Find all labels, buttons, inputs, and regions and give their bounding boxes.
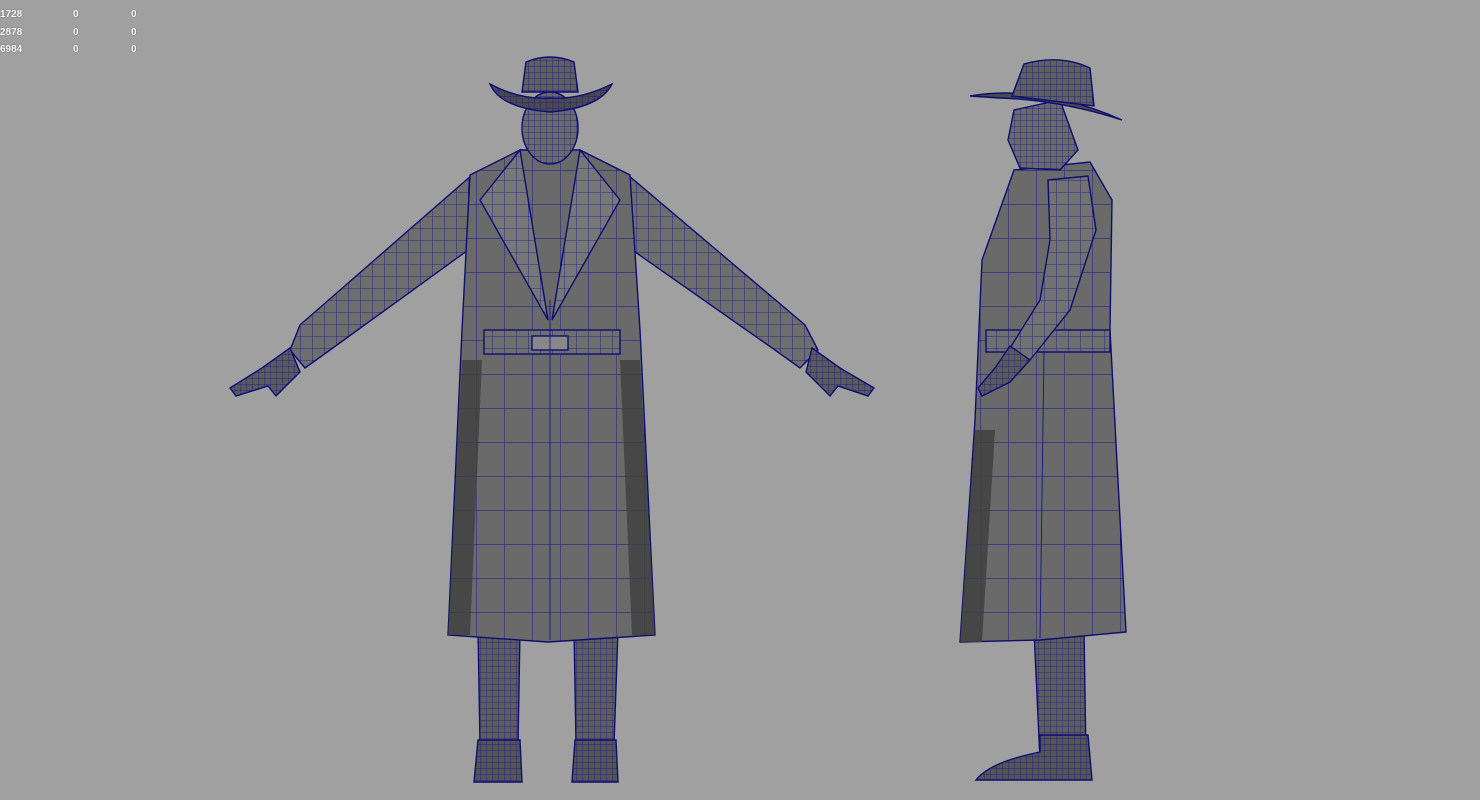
front-legs (473, 629, 619, 783)
front-hat (488, 56, 614, 113)
character-side-view[interactable] (959, 59, 1127, 781)
side-head (1007, 99, 1079, 171)
front-coat (447, 148, 656, 643)
model-canvas[interactable] (0, 0, 1480, 800)
character-front-view[interactable] (228, 56, 876, 783)
3d-viewport[interactable]: 1728 0 0 2878 0 0 6984 0 0 (0, 0, 1480, 800)
side-leg (974, 629, 1093, 781)
side-coat (959, 161, 1127, 643)
